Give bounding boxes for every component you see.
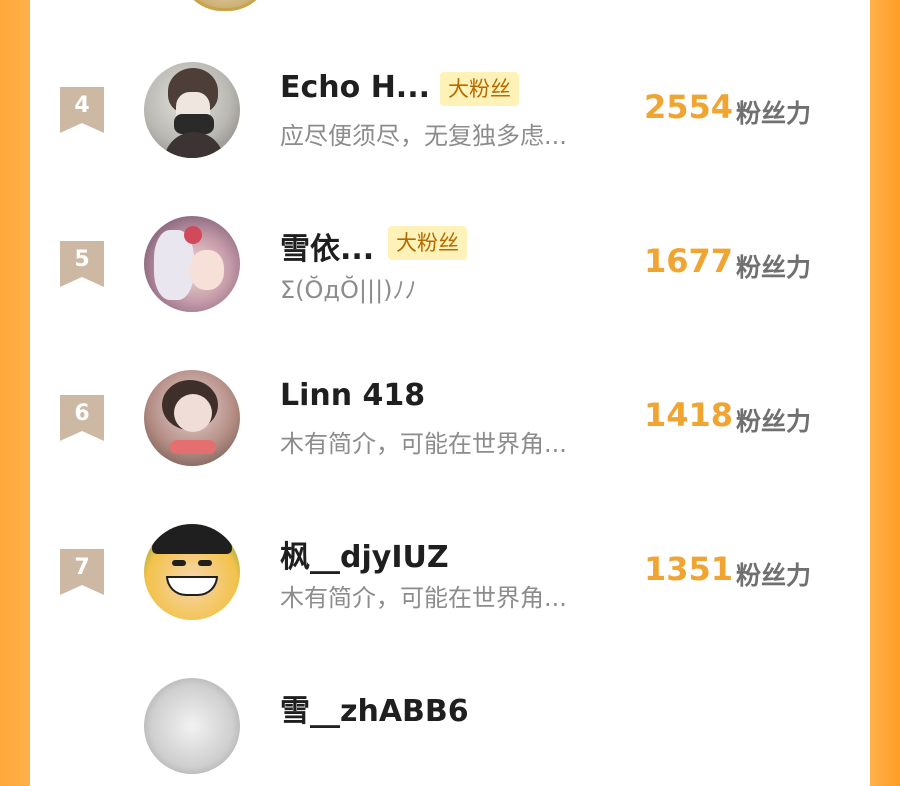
avatar[interactable] <box>144 62 240 158</box>
rank-3-avatar-partial[interactable] <box>180 0 270 11</box>
fan-power-label: 粉丝力 <box>736 407 812 436</box>
rank-ribbon-icon: 5 <box>60 241 104 287</box>
fan-power-score: 2554 <box>644 88 734 126</box>
user-name[interactable]: Echo H... <box>280 70 430 105</box>
rank-number: 4 <box>74 93 90 118</box>
user-bio: 木有简介，可能在世界角... <box>280 430 567 458</box>
fan-power-score: 1351 <box>644 550 734 588</box>
fan-level-badge: 大粉丝 <box>440 72 519 106</box>
fan-ranking-card: 4 Echo H... 大粉丝 应尽便须尽，无复独多虑... 2554 粉丝力 … <box>30 0 870 774</box>
user-name[interactable]: 雪__zhABB6 <box>280 686 469 730</box>
rank-ribbon-icon: 7 <box>60 549 104 595</box>
list-item[interactable]: 5 雪依... 大粉丝 Σ(ŎдŎ|||)ﾉﾉ 1677 粉丝力 <box>30 214 870 324</box>
user-name[interactable]: 枫__djyIUZ <box>280 532 449 576</box>
list-item[interactable]: 7 枫__djyIUZ 木有简介，可能在世界角... 1351 粉丝力 <box>30 522 870 632</box>
avatar[interactable] <box>144 370 240 466</box>
user-name[interactable]: Linn 418 <box>280 378 425 413</box>
rank-number: 5 <box>74 247 90 272</box>
list-item[interactable]: 雪__zhABB6 <box>30 676 870 786</box>
list-item[interactable]: 6 Linn 418 木有简介，可能在世界角... 1418 粉丝力 <box>30 368 870 478</box>
fan-power-score: 1677 <box>644 242 734 280</box>
fan-power-label: 粉丝力 <box>736 253 812 282</box>
fan-power-label: 粉丝力 <box>736 99 812 128</box>
rank-ribbon-icon: 4 <box>60 87 104 133</box>
rank-ribbon-icon: 6 <box>60 395 104 441</box>
avatar[interactable] <box>144 216 240 312</box>
fan-power-label: 粉丝力 <box>736 561 812 590</box>
user-bio: Σ(ŎдŎ|||)ﾉﾉ <box>280 276 417 304</box>
list-item[interactable]: 4 Echo H... 大粉丝 应尽便须尽，无复独多虑... 2554 粉丝力 <box>30 60 870 170</box>
user-bio: 应尽便须尽，无复独多虑... <box>280 122 567 150</box>
user-bio: 木有简介，可能在世界角... <box>280 584 567 612</box>
user-name[interactable]: 雪依... <box>280 224 374 268</box>
fan-power-score: 1418 <box>644 396 734 434</box>
rank-number: 6 <box>74 401 90 426</box>
rank-number: 7 <box>74 555 90 580</box>
avatar[interactable] <box>144 524 240 620</box>
avatar[interactable] <box>144 678 240 774</box>
fan-level-badge: 大粉丝 <box>388 226 467 260</box>
